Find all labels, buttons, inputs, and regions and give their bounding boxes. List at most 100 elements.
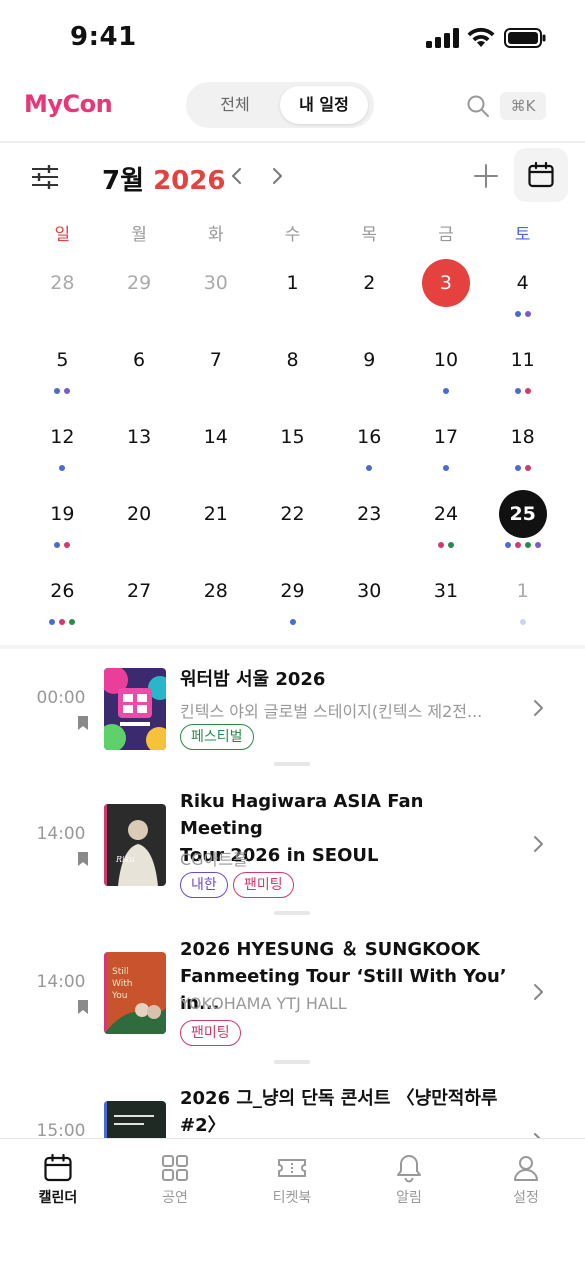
bell-icon xyxy=(397,1155,421,1183)
calendar-day[interactable]: 5 xyxy=(24,330,101,407)
calendar-day[interactable]: 15 xyxy=(254,407,331,484)
tab-all[interactable]: 전체 xyxy=(192,86,278,124)
add-event-icon[interactable] xyxy=(472,162,500,190)
event-dots xyxy=(24,542,101,548)
calendar-day[interactable]: 16 xyxy=(331,407,408,484)
calendar-day[interactable]: 21 xyxy=(177,484,254,561)
cellular-signal-icon xyxy=(426,28,459,48)
calendar-day[interactable]: 6 xyxy=(101,330,178,407)
calendar-day[interactable]: 1 xyxy=(484,561,561,638)
day-number: 22 xyxy=(280,503,305,525)
event-dot xyxy=(54,542,61,548)
bottom-navigation: 캘린더 공연 티켓북 알림 설정 xyxy=(0,1138,585,1266)
calendar-view-button[interactable] xyxy=(514,148,568,202)
day-number: 20 xyxy=(126,503,152,525)
day-number: 4 xyxy=(516,272,529,294)
calendar-day[interactable]: 29 xyxy=(254,561,331,638)
calendar-day[interactable]: 1 xyxy=(254,253,331,330)
calendar-day[interactable]: 27 xyxy=(101,561,178,638)
calendar-day[interactable]: 30 xyxy=(177,253,254,330)
calendar-day[interactable]: 12 xyxy=(24,407,101,484)
calendar-day-today[interactable]: 3 xyxy=(408,253,485,330)
calendar-day[interactable]: 24 xyxy=(408,484,485,561)
calendar-day[interactable]: 29 xyxy=(101,253,178,330)
bookmark-icon[interactable] xyxy=(77,852,89,866)
weekday-sat: 토 xyxy=(514,225,531,245)
calendar-day[interactable]: 13 xyxy=(101,407,178,484)
view-segmented-control: 전체 내 일정 xyxy=(186,82,374,128)
event-dots xyxy=(484,465,561,471)
day-number: 19 xyxy=(50,503,75,525)
day-number: 21 xyxy=(203,503,228,525)
calendar-week: 5 6 7 8 9 10 11 xyxy=(24,330,561,407)
filter-sliders-icon[interactable] xyxy=(30,162,60,192)
list-separator-handle xyxy=(274,762,310,766)
event-dot xyxy=(366,465,373,471)
calendar-day[interactable]: 18 xyxy=(484,407,561,484)
calendar-day[interactable]: 2 xyxy=(331,253,408,330)
calendar-day[interactable]: 4 xyxy=(484,253,561,330)
day-number: 13 xyxy=(126,426,152,448)
calendar-day[interactable]: 20 xyxy=(101,484,178,561)
calendar-day[interactable]: 9 xyxy=(331,330,408,407)
calendar-divider xyxy=(0,645,585,649)
day-number: 11 xyxy=(510,349,535,371)
nav-settings[interactable]: 설정 xyxy=(486,1153,566,1207)
weekday-sun: 일 xyxy=(54,225,71,245)
event-dots xyxy=(24,465,101,471)
calendar-day[interactable]: 17 xyxy=(408,407,485,484)
chevron-right-icon[interactable] xyxy=(532,698,546,718)
day-number: 17 xyxy=(433,426,459,448)
event-dot xyxy=(514,465,521,471)
event-dots xyxy=(408,542,485,548)
chevron-right-icon[interactable] xyxy=(532,982,546,1002)
calendar-day[interactable]: 7 xyxy=(177,330,254,407)
calendar-week: 26 27 28 29 30 31 1 xyxy=(24,561,561,638)
bookmark-icon[interactable] xyxy=(77,1000,89,1014)
nav-notifications[interactable]: 알림 xyxy=(369,1153,449,1207)
day-number: 31 xyxy=(433,580,459,602)
calendar-day[interactable]: 23 xyxy=(331,484,408,561)
calendar-day[interactable]: 28 xyxy=(177,561,254,638)
calendar-day[interactable]: 11 xyxy=(484,330,561,407)
search-icon[interactable] xyxy=(466,94,490,118)
weekday-wed: 수 xyxy=(284,225,301,245)
day-number: 8 xyxy=(286,349,299,371)
calendar-day[interactable]: 10 xyxy=(408,330,485,407)
calendar-day[interactable]: 28 xyxy=(24,253,101,330)
event-time: 14:00 xyxy=(36,824,86,844)
ticket-icon xyxy=(278,1159,306,1177)
nav-ticketbook[interactable]: 티켓북 xyxy=(252,1153,332,1207)
calendar-day[interactable]: 14 xyxy=(177,407,254,484)
nav-label: 티켓북 xyxy=(272,1190,312,1206)
event-dot xyxy=(514,311,521,317)
event-dot xyxy=(514,542,521,548)
calendar-day[interactable]: 19 xyxy=(24,484,101,561)
day-number: 16 xyxy=(357,426,382,448)
calendar-day-selected[interactable]: 25 xyxy=(484,484,561,561)
nav-performances[interactable]: 공연 xyxy=(135,1153,215,1207)
calendar-day[interactable]: 26 xyxy=(24,561,101,638)
day-number: 30 xyxy=(357,580,382,602)
previous-month-icon[interactable] xyxy=(226,164,248,188)
event-dot xyxy=(64,388,71,394)
event-dot xyxy=(524,465,531,471)
nav-calendar[interactable]: 캘린더 xyxy=(18,1153,98,1207)
calendar-day[interactable]: 8 xyxy=(254,330,331,407)
calendar-day[interactable]: 22 xyxy=(254,484,331,561)
chevron-right-icon[interactable] xyxy=(532,834,546,854)
calendar-day[interactable]: 31 xyxy=(408,561,485,638)
event-dots xyxy=(408,388,485,394)
app-logo: MyCon xyxy=(24,90,113,118)
tab-my-schedule[interactable]: 내 일정 xyxy=(280,86,368,124)
search-shortcut-badge[interactable]: ⌘K xyxy=(500,92,546,120)
event-dots xyxy=(484,619,561,625)
user-icon xyxy=(514,1156,538,1181)
day-number: 9 xyxy=(363,349,376,371)
bookmark-icon[interactable] xyxy=(77,716,89,730)
calendar-day[interactable]: 30 xyxy=(331,561,408,638)
next-month-icon[interactable] xyxy=(266,164,288,188)
event-poster xyxy=(104,668,166,750)
day-number: 10 xyxy=(433,349,459,371)
weekday-thu: 목 xyxy=(361,225,378,245)
